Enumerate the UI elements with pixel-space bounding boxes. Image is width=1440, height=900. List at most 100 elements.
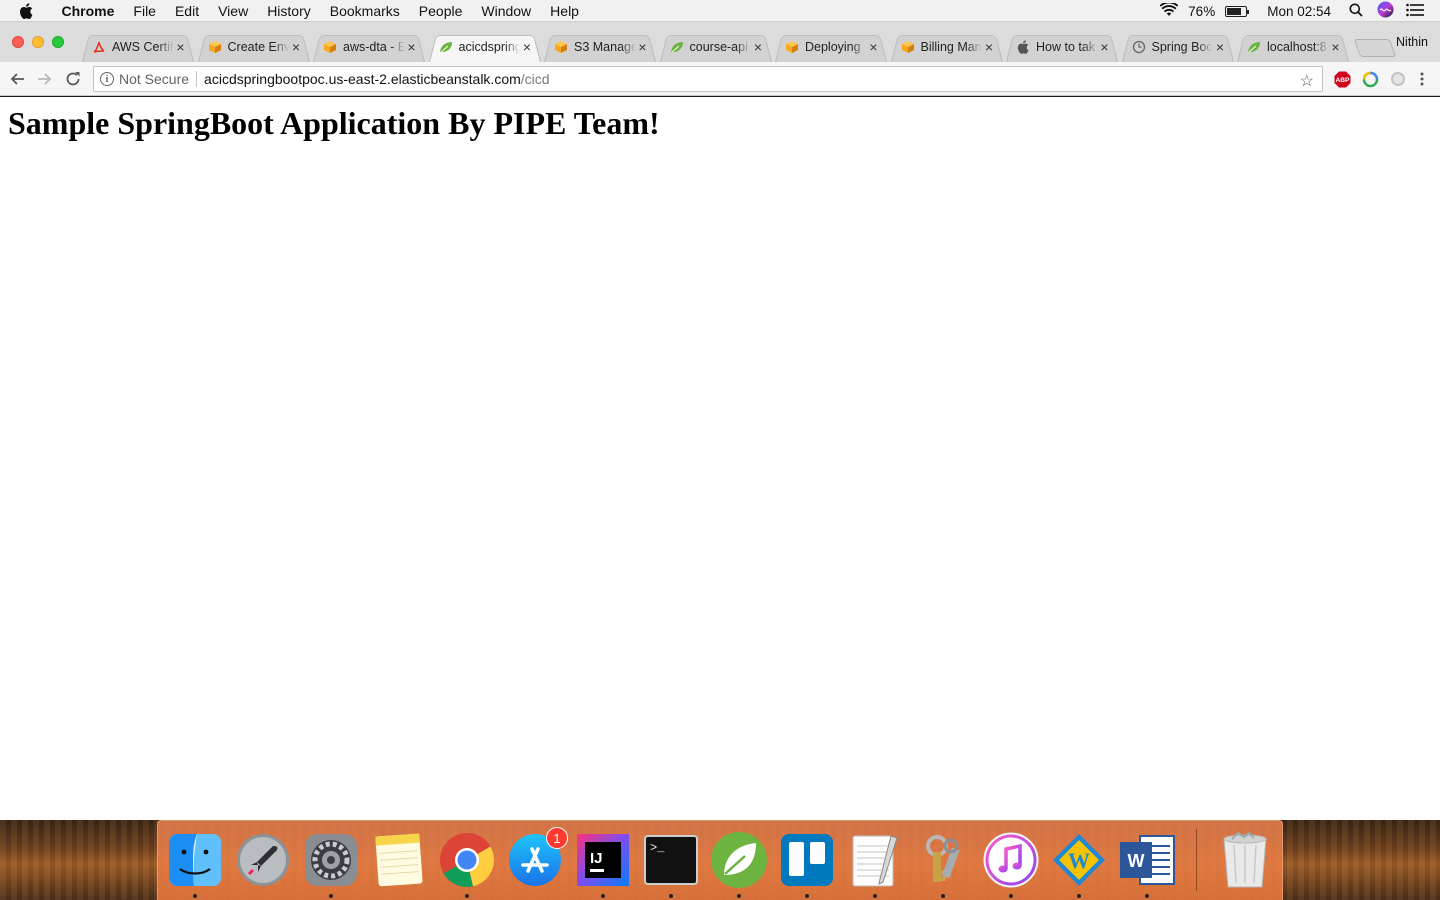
keychain-icon[interactable]	[914, 831, 972, 889]
browser-tab[interactable]: AWS Certif ×	[80, 31, 196, 62]
tab-close-icon[interactable]: ×	[174, 39, 188, 55]
tab-close-icon[interactable]: ×	[405, 39, 419, 55]
trello-icon[interactable]	[778, 831, 836, 889]
notification-center-icon[interactable]	[1406, 3, 1424, 20]
notes-icon[interactable]	[370, 831, 428, 889]
browser-menu-icon[interactable]	[1413, 70, 1431, 88]
running-indicator	[1145, 894, 1149, 898]
menu-edit[interactable]: Edit	[165, 3, 208, 19]
chrome-icon[interactable]	[438, 831, 496, 889]
battery-percent[interactable]: 76%	[1188, 4, 1215, 19]
word-icon[interactable]: W	[1118, 831, 1176, 889]
browser-tab[interactable]: Spring Boo ×	[1120, 31, 1236, 62]
extension-grey-icon[interactable]	[1389, 70, 1407, 88]
aws-workdocs-icon[interactable]: W	[1050, 831, 1108, 889]
svg-text:>_: >_	[650, 841, 665, 855]
itunes-icon[interactable]	[982, 831, 1040, 889]
apple-menu-icon[interactable]	[0, 2, 52, 19]
site-info-icon[interactable]: i	[100, 72, 114, 86]
browser-tab[interactable]: aws-dta - E ×	[311, 31, 427, 62]
svg-text:ABP: ABP	[1335, 77, 1350, 84]
adblock-plus-icon[interactable]: ABP	[1333, 70, 1351, 88]
tab-close-icon[interactable]: ×	[982, 39, 996, 55]
tab-close-icon[interactable]: ×	[289, 39, 303, 55]
profile-button[interactable]: Nithin	[1396, 35, 1428, 49]
tab-close-icon[interactable]: ×	[1098, 39, 1112, 55]
mac-menubar: Chrome File Edit View History Bookmarks …	[0, 0, 1440, 22]
extension-ring-icon[interactable]	[1361, 70, 1379, 88]
aws-cube-icon	[554, 40, 568, 54]
menu-help[interactable]: Help	[541, 3, 589, 19]
finder-icon[interactable]	[166, 831, 224, 889]
tab-title: Deploying	[805, 39, 861, 54]
system-preferences-icon[interactable]	[302, 831, 360, 889]
tab-close-icon[interactable]: ×	[636, 39, 650, 55]
tab-title: localhost:8	[1267, 39, 1327, 54]
terminal-icon[interactable]: >_	[642, 831, 700, 889]
menu-app-name[interactable]: Chrome	[52, 3, 124, 19]
window-controls	[12, 36, 64, 48]
wifi-icon[interactable]	[1159, 1, 1179, 20]
running-indicator	[1009, 894, 1013, 898]
textedit-icon[interactable]	[846, 831, 904, 889]
browser-toolbar: i Not Secure acicdspringbootpoc.us-east-…	[0, 62, 1440, 96]
spring-leaf-icon	[1247, 40, 1261, 54]
spring-leaf-icon	[439, 40, 453, 54]
new-tab-button[interactable]	[1353, 39, 1396, 57]
reload-button[interactable]	[62, 68, 84, 90]
running-indicator	[737, 894, 741, 898]
address-bar[interactable]: i Not Secure acicdspringbootpoc.us-east-…	[93, 66, 1323, 92]
tab-close-icon[interactable]: ×	[1329, 39, 1343, 55]
intellij-icon[interactable]: IJ	[574, 831, 632, 889]
browser-tab-strip: AWS Certif × Create Env × aws-dta - E × acicds…	[0, 22, 1440, 62]
tab-close-icon[interactable]: ×	[751, 39, 765, 55]
browser-tab[interactable]: acicdspring ×	[427, 31, 543, 62]
window-minimize-button[interactable]	[32, 36, 44, 48]
dock-separator	[1196, 829, 1197, 891]
browser-tab[interactable]: Create Env ×	[196, 31, 312, 62]
spotlight-search-icon[interactable]	[1349, 3, 1363, 20]
forward-button[interactable]	[34, 68, 56, 90]
launchpad-icon[interactable]	[234, 831, 292, 889]
reload-icon	[66, 72, 80, 86]
window-fullscreen-button[interactable]	[52, 36, 64, 48]
app-store-icon[interactable]: 1	[506, 827, 568, 889]
running-indicator	[1077, 894, 1081, 898]
siri-icon[interactable]	[1377, 1, 1394, 21]
web-page-content: Sample SpringBoot Application By PIPE Te…	[0, 97, 1440, 820]
menu-history[interactable]: History	[258, 3, 321, 19]
svg-text:IJ: IJ	[590, 850, 603, 867]
page-heading: Sample SpringBoot Application By PIPE Te…	[8, 105, 660, 141]
menu-view[interactable]: View	[209, 3, 258, 19]
tab-title: AWS Certif	[112, 39, 174, 54]
spring-tool-suite-icon[interactable]	[710, 831, 768, 889]
browser-tab[interactable]: S3 Manage ×	[542, 31, 658, 62]
aws-cube-icon	[901, 40, 915, 54]
running-indicator	[941, 894, 945, 898]
window-close-button[interactable]	[12, 36, 24, 48]
security-label[interactable]: Not Secure	[119, 71, 198, 87]
tab-title: Create Env	[227, 39, 290, 54]
tab-close-icon[interactable]: ×	[520, 39, 534, 55]
clock[interactable]: Mon 02:54	[1267, 4, 1331, 19]
menu-bookmarks[interactable]: Bookmarks	[320, 3, 409, 19]
dock: 1 IJ >_ W W	[157, 820, 1283, 900]
back-button[interactable]	[6, 68, 28, 90]
menu-people[interactable]: People	[409, 3, 472, 19]
tab-title: acicdspring	[458, 39, 521, 54]
browser-tab[interactable]: Billing Man ×	[889, 31, 1005, 62]
browser-tab[interactable]: How to tak ×	[1004, 31, 1120, 62]
bookmark-star-icon[interactable]: ☆	[1300, 71, 1314, 91]
url-path[interactable]: /cicd	[521, 71, 550, 87]
browser-tab[interactable]: course-api ×	[658, 31, 774, 62]
running-indicator	[193, 894, 197, 898]
menu-file[interactable]: File	[124, 3, 166, 19]
trash-icon[interactable]	[1216, 831, 1274, 889]
browser-tab[interactable]: Deploying ×	[773, 31, 889, 62]
tab-close-icon[interactable]: ×	[1213, 39, 1227, 55]
url-host[interactable]: acicdspringbootpoc.us-east-2.elasticbean…	[204, 71, 521, 87]
tab-close-icon[interactable]: ×	[867, 39, 881, 55]
browser-tab[interactable]: localhost:8 ×	[1235, 31, 1351, 62]
battery-icon[interactable]	[1225, 5, 1250, 17]
menu-window[interactable]: Window	[472, 3, 541, 19]
